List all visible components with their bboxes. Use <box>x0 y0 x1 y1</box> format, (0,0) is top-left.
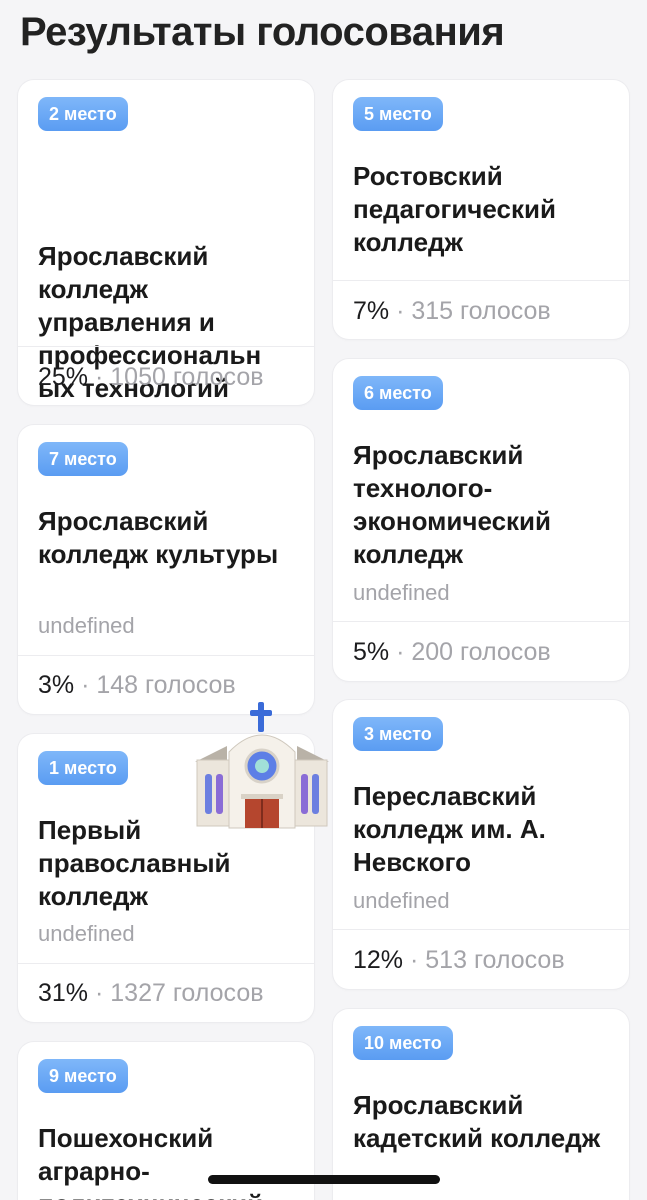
place-badge: 2 место <box>38 97 128 131</box>
rose-window-center <box>255 759 269 773</box>
separator-dot: · <box>95 363 104 391</box>
vote-count: 200 голосов <box>411 638 551 666</box>
place-badge: 6 место <box>353 376 443 410</box>
college-subtitle: undefined <box>353 888 450 913</box>
page-title: Результаты голосования <box>20 10 505 54</box>
result-card-2[interactable]: 2 место Ярославский колледж управления и… <box>18 80 314 405</box>
vote-count: 1327 голосов <box>110 979 264 1007</box>
college-name: Переславский колледж им. А. Невского <box>353 781 546 877</box>
place-badge: 3 место <box>353 717 443 751</box>
separator-dot: · <box>396 638 405 666</box>
vote-stats: 25% · 1050 голосов <box>38 363 264 392</box>
college-name: Пошехонский аграрно-политехнический <box>38 1123 263 1200</box>
college-subtitle: undefined <box>38 613 135 638</box>
vote-percent: 5% <box>353 638 390 666</box>
result-card-7[interactable]: 7 место Ярославский колледж культуры und… <box>18 425 314 714</box>
cross-vertical <box>258 702 264 732</box>
door-lintel <box>241 794 283 799</box>
divider <box>18 346 314 347</box>
vote-percent: 7% <box>353 297 390 325</box>
church-emoji <box>195 702 329 829</box>
place-badge: 10 место <box>353 1026 453 1060</box>
separator-dot: · <box>95 979 104 1007</box>
window-left-2 <box>216 774 223 814</box>
result-card-5[interactable]: 5 место Ростовский педагогический коллед… <box>333 80 629 339</box>
vote-count: 1050 голосов <box>110 363 264 391</box>
cross-horizontal <box>250 710 272 716</box>
college-subtitle: undefined <box>38 921 135 946</box>
vote-count: 148 голосов <box>96 671 236 699</box>
window-left-1 <box>205 774 212 814</box>
result-card-10[interactable]: 10 место Ярославский кадетский колледж <box>333 1009 629 1200</box>
college-name: Ярославский кадетский колледж <box>353 1090 601 1153</box>
separator-dot: · <box>81 671 90 699</box>
divider <box>333 929 629 930</box>
vote-percent: 25% <box>38 363 89 391</box>
college-subtitle: undefined <box>353 580 450 605</box>
vote-count: 315 голосов <box>411 297 551 325</box>
vote-percent: 3% <box>38 671 75 699</box>
separator-dot: · <box>396 297 405 325</box>
college-name: Ярославский колледж культуры <box>38 506 279 569</box>
divider <box>333 621 629 622</box>
place-badge: 5 место <box>353 97 443 131</box>
window-right-1 <box>301 774 308 814</box>
place-badge: 7 место <box>38 442 128 476</box>
college-name: Ростовский педагогический колледж <box>353 161 556 257</box>
result-card-6[interactable]: 6 место Ярославский технолого-экономичес… <box>333 359 629 681</box>
vote-stats: 12% · 513 голосов <box>353 946 565 975</box>
divider <box>18 655 314 656</box>
result-card-3[interactable]: 3 место Переславский колледж им. А. Невс… <box>333 700 629 989</box>
vote-percent: 31% <box>38 979 89 1007</box>
separator-dot: · <box>410 946 419 974</box>
place-badge: 9 место <box>38 1059 128 1093</box>
vote-stats: 7% · 315 голосов <box>353 297 551 326</box>
window-right-2 <box>312 774 319 814</box>
left-wing <box>196 759 230 827</box>
vote-percent: 12% <box>353 946 404 974</box>
place-badge: 1 место <box>38 751 128 785</box>
vote-stats: 3% · 148 голосов <box>38 671 236 700</box>
vote-count: 513 голосов <box>425 946 565 974</box>
divider <box>333 280 629 281</box>
home-indicator[interactable] <box>208 1175 440 1184</box>
divider <box>18 963 314 964</box>
vote-stats: 5% · 200 голосов <box>353 638 551 667</box>
voting-results-page: Результаты голосования 2 место Ярославск… <box>0 0 647 1200</box>
right-wing <box>294 759 328 827</box>
vote-stats: 31% · 1327 голосов <box>38 979 264 1008</box>
college-name: Ярославский технолого-экономический колл… <box>353 440 552 569</box>
